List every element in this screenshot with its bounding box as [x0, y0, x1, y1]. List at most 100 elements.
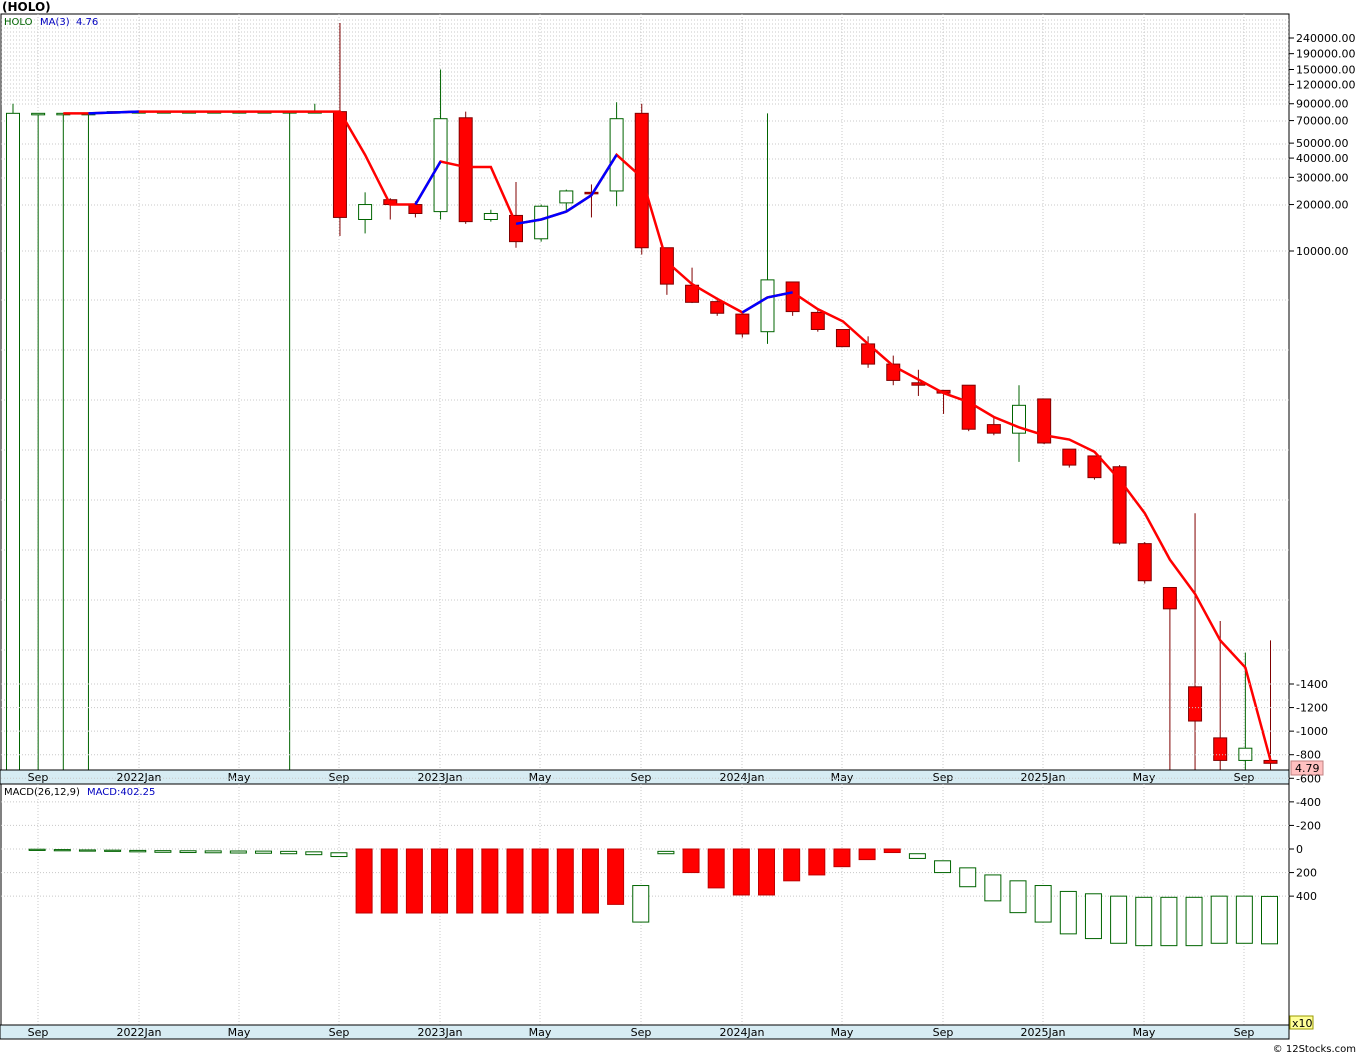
macd-y-tick-label: -600: [1296, 772, 1321, 785]
candle: [735, 313, 750, 338]
macd-value-label: MACD:402.25: [87, 787, 155, 798]
macd-y-tick-label: 0: [1296, 843, 1303, 856]
x-axis-label: May: [1133, 1026, 1156, 1039]
macd-bar: [682, 848, 700, 874]
price-panel: 240000.00 190000.00 150000.00120000.00 9000…: [0, 13, 1356, 776]
macd-bar: [229, 850, 247, 854]
candle-body: [1062, 448, 1077, 466]
macd-bar: [1110, 895, 1128, 944]
candle: [961, 384, 976, 432]
macd-y-tick-label: -1400: [1296, 678, 1328, 691]
legend-ma-label: MA(3): [40, 17, 70, 28]
price-y-tick-label: 40000.00: [1296, 152, 1349, 165]
price-y-tick-label: 150000.00: [1296, 64, 1356, 77]
x-axis-label: Sep: [1234, 1026, 1255, 1039]
candle-body: [509, 214, 523, 243]
x-axis-label: 2022Jan: [117, 1026, 162, 1039]
ma-segment-up: [113, 110, 139, 114]
candle: [835, 328, 850, 348]
candle: [1112, 465, 1127, 545]
x-axis-label: Sep: [329, 771, 350, 784]
macd-bar: [531, 848, 549, 914]
macd-y-axis: 400 200 0 -200 -400 -600 -800 -1000 -1200 -1400: [1289, 678, 1328, 903]
price-x-axis: Sep 2022Jan May Sep 2023Jan May Sep 2024Jan May S…: [0, 769, 1290, 785]
candle-body: [835, 328, 850, 348]
candle-body: [810, 311, 825, 330]
macd-bar: [707, 848, 725, 889]
macd-bar: [934, 860, 952, 874]
macd-bar: [607, 848, 625, 905]
x-axis-label: 2023Jan: [418, 771, 463, 784]
candle: [785, 281, 800, 316]
macd-x-axis: Sep 2022Jan May Sep 2023Jan May Sep 2024Jan May S…: [0, 1024, 1290, 1040]
x-axis-label: 2025Jan: [1021, 1026, 1066, 1039]
macd-bar: [1009, 880, 1027, 914]
x-axis-label: May: [1133, 771, 1156, 784]
macd-bar: [1059, 890, 1077, 935]
macd-bar: [179, 850, 197, 854]
candle-body: [332, 111, 347, 218]
candle-body: [760, 279, 775, 333]
x-axis-label: Sep: [933, 1026, 954, 1039]
x-axis-label: May: [529, 1026, 552, 1039]
price-y-tick-label: 240000.00: [1296, 32, 1356, 45]
x-axis-label: Sep: [631, 1026, 652, 1039]
macd-y-tick-label: 400: [1296, 890, 1317, 903]
candle-body: [1188, 686, 1203, 722]
macd-y-tick-label: -200: [1296, 819, 1321, 832]
candle-body: [961, 384, 976, 430]
candle-body: [735, 313, 750, 335]
macd-bar: [405, 848, 423, 914]
macd-y-tick-label: -1000: [1296, 725, 1328, 738]
macd-bar: [129, 849, 147, 853]
macd-bar: [305, 851, 323, 856]
macd-bar: [1261, 895, 1278, 945]
price-y-tick-label: 90000.00: [1296, 98, 1349, 111]
x-axis-label: 2022Jan: [117, 771, 162, 784]
macd-bar: [556, 848, 574, 914]
macd-bar: [255, 850, 272, 854]
macd-y-tick-label: 200: [1296, 867, 1317, 880]
x-axis-label: May: [831, 1026, 854, 1039]
price-y-tick-label: 30000.00: [1296, 171, 1349, 184]
macd-bar: [456, 848, 474, 914]
macd-bar: [330, 852, 348, 858]
macd-legend: MACD(26,12,9): [4, 787, 80, 798]
legend-ma-value: 4.76: [76, 17, 98, 28]
x-axis-label: Sep: [329, 1026, 350, 1039]
macd-bar: [858, 848, 876, 861]
ma-segment-up: [88, 111, 114, 115]
macd-bar: [380, 848, 398, 914]
macd-bar: [1084, 893, 1102, 940]
candle-body: [1213, 737, 1228, 761]
macd-bar: [28, 848, 46, 851]
macd-bar: [833, 848, 851, 868]
candle-body: [408, 204, 423, 214]
price-y-tick-label: 190000.00: [1296, 48, 1356, 61]
macd-bar: [808, 848, 826, 876]
candle-body: [433, 118, 448, 213]
candle: [1062, 448, 1077, 468]
macd-bar: [581, 848, 599, 914]
x-axis-label: May: [228, 1026, 251, 1039]
macd-bar: [984, 874, 1002, 902]
credit-label: © 12Stocks.com: [1272, 1044, 1356, 1055]
multiplier-label: x10: [1292, 1017, 1313, 1030]
x-axis-label: 2023Jan: [418, 1026, 463, 1039]
candle: [1137, 542, 1152, 584]
candle: [1087, 455, 1102, 480]
macd-bar: [1185, 896, 1203, 947]
candle-body: [483, 212, 498, 220]
macd-bar: [732, 848, 750, 896]
candle-body: [358, 204, 373, 220]
macd-bar: [154, 850, 172, 853]
legend-symbol: HOLO: [4, 17, 33, 28]
macd-bar: [758, 848, 775, 896]
x-axis-label: Sep: [933, 771, 954, 784]
x-axis-label: 2025Jan: [1021, 771, 1066, 784]
macd-bar: [783, 848, 801, 882]
macd-bar: [204, 850, 222, 854]
candle: [1037, 398, 1052, 445]
x-axis-label: 2024Jan: [720, 1026, 765, 1039]
candle-body: [710, 301, 725, 314]
